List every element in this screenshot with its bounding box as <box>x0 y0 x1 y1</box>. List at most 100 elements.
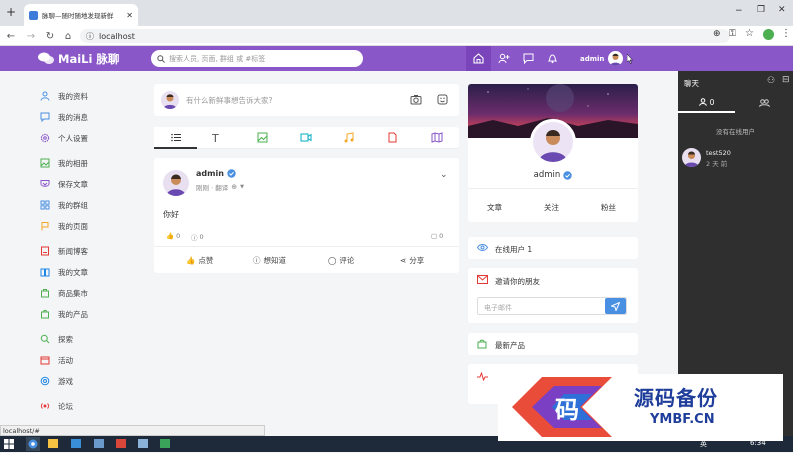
sidebar-item-label: 我的页面 <box>58 221 88 231</box>
file-icon <box>388 132 397 143</box>
map-icon <box>431 132 443 143</box>
video-icon <box>300 133 312 142</box>
sidebar-item-pages[interactable]: 我的页面 <box>40 220 88 232</box>
avatar[interactable] <box>163 170 189 196</box>
url-text: localhost <box>99 31 135 41</box>
message-icon <box>40 112 50 122</box>
settings-icon[interactable]: ⊟ <box>782 75 790 85</box>
chevron-down-icon[interactable]: ▼ <box>240 184 244 190</box>
windows-start-icon[interactable] <box>4 439 14 449</box>
add-user-icon[interactable]: ⚇ <box>767 76 775 86</box>
sidebar-item-products[interactable]: 我的产品 <box>40 308 88 320</box>
browser-tab[interactable]: 脉聊—随时随地发现新鲜 ✕ <box>24 4 138 26</box>
contact-time: 2 天 前 <box>706 160 728 168</box>
extension-icon[interactable] <box>763 29 774 40</box>
menu-dots-icon[interactable]: ⋮ <box>781 28 791 39</box>
tab-music[interactable] <box>344 132 354 145</box>
profile-link-articles[interactable]: 文章 <box>487 202 502 213</box>
back-icon[interactable]: ← <box>4 29 18 43</box>
tab-image[interactable] <box>257 132 268 145</box>
post-options-icon[interactable]: ⌄ <box>440 170 448 180</box>
tab-font[interactable]: T <box>212 132 219 145</box>
music-icon <box>344 132 354 143</box>
sidebar-item-messages[interactable]: 我的消息 <box>40 111 88 123</box>
reaction-count: 0 <box>176 232 181 240</box>
send-invite-button[interactable] <box>605 298 626 314</box>
comment-icon: ◯ <box>328 256 337 265</box>
url-field[interactable]: ⓘ localhost <box>80 29 730 43</box>
invite-widget: 邀请你的朋友 电子邮件 <box>468 268 638 323</box>
tab-video[interactable] <box>300 132 312 145</box>
tab-online[interactable]: 0 <box>678 93 735 113</box>
new-tab-icon[interactable]: + <box>6 5 16 19</box>
user-menu[interactable]: admin <box>580 50 634 67</box>
taskbar-app-5[interactable] <box>160 439 170 448</box>
avatar-icon <box>539 130 567 162</box>
comment-button[interactable]: ◯ 评论 <box>328 255 354 266</box>
no-online-users: 没有在线用户 <box>716 128 755 136</box>
sidebar-item-groups[interactable]: 我的群组 <box>40 199 88 211</box>
taskbar-app-explorer[interactable] <box>48 439 58 448</box>
notifications-button[interactable] <box>540 46 565 71</box>
taskbar-app-chrome[interactable] <box>26 437 40 451</box>
latest-products-label: 最新产品 <box>495 341 525 350</box>
location-icon[interactable]: ⊕ <box>713 29 721 39</box>
close-window-icon[interactable]: ✕ <box>778 5 786 15</box>
sidebar-item-events[interactable]: 活动 <box>40 354 73 366</box>
share-button[interactable]: ⋖ 分享 <box>400 255 424 266</box>
taskbar-app-1[interactable] <box>71 439 81 448</box>
user-icon <box>698 98 707 106</box>
logo[interactable]: MaiLi 脉聊 <box>38 50 119 67</box>
profile-name[interactable]: admin <box>534 170 561 180</box>
sidebar-item-profile[interactable]: 我的资料 <box>40 90 88 102</box>
mail-icon <box>477 275 488 286</box>
profile-link-following[interactable]: 关注 <box>544 202 559 213</box>
sidebar-item-explore[interactable]: 探索 <box>40 333 73 345</box>
star-icon[interactable]: ☆ <box>745 28 754 39</box>
sidebar-item-album[interactable]: 我的相册 <box>40 157 88 169</box>
key-icon[interactable]: ⚿ <box>729 29 736 39</box>
reload-icon[interactable]: ↻ <box>43 29 57 43</box>
sidebar-item-articles[interactable]: 我的文章 <box>40 266 88 278</box>
post-author[interactable]: admin <box>196 169 224 178</box>
taskbar-app-2[interactable] <box>94 439 104 448</box>
latest-products-widget[interactable]: 最新产品 <box>468 333 638 355</box>
close-tab-icon[interactable]: ✕ <box>126 11 133 20</box>
font-icon: T <box>212 132 219 145</box>
minimize-icon[interactable]: − <box>735 6 743 16</box>
home-icon <box>473 53 484 64</box>
online-users-widget[interactable]: 在线用户 1 <box>468 237 638 259</box>
taskbar-app-4[interactable] <box>138 439 148 448</box>
bag-icon <box>477 339 487 351</box>
sidebar-item-saved[interactable]: 保存文章 <box>40 178 88 190</box>
wonder-button[interactable]: ⓘ 想知道 <box>253 255 286 266</box>
profile-link-followers[interactable]: 粉丝 <box>601 202 616 213</box>
taskbar-app-3[interactable] <box>116 439 126 448</box>
tab-contacts[interactable] <box>735 93 793 113</box>
sidebar-item-settings[interactable]: 个人设置 <box>40 132 88 144</box>
sidebar-item-label: 我的产品 <box>58 309 88 319</box>
like-button[interactable]: 👍 点赞 <box>186 255 213 266</box>
sidebar-item-market[interactable]: 商品集市 <box>40 287 88 299</box>
search-input[interactable]: 搜索人员, 页面, 群组 或 #标签 <box>151 50 363 67</box>
emoji-icon[interactable] <box>437 94 448 107</box>
globe-icon[interactable]: ⊕ <box>231 183 237 191</box>
sidebar-item-forum[interactable]: 论坛 <box>40 400 73 412</box>
forward-icon[interactable]: → <box>24 29 38 43</box>
tab-file[interactable] <box>388 132 397 145</box>
sidebar-item-blog[interactable]: 新闻博客 <box>40 245 88 257</box>
sidebar-item-label: 活动 <box>58 355 73 365</box>
sidebar-item-games[interactable]: 游戏 <box>40 375 73 387</box>
watermark-glyph: 码 <box>555 395 579 424</box>
post-composer[interactable]: 有什么新鲜事想告诉大家? <box>154 84 459 116</box>
maximize-icon[interactable]: ❐ <box>757 5 765 15</box>
camera-icon[interactable] <box>410 94 422 107</box>
friend-requests-button[interactable] <box>491 46 516 71</box>
tab-map[interactable] <box>431 132 443 145</box>
home-icon[interactable]: ⌂ <box>61 29 75 43</box>
tab-text[interactable] <box>154 127 197 149</box>
chat-contact[interactable]: test520 2 天 前 <box>682 148 790 170</box>
home-button[interactable] <box>466 46 491 71</box>
messages-button[interactable] <box>516 46 541 71</box>
profile-avatar[interactable] <box>530 119 576 165</box>
